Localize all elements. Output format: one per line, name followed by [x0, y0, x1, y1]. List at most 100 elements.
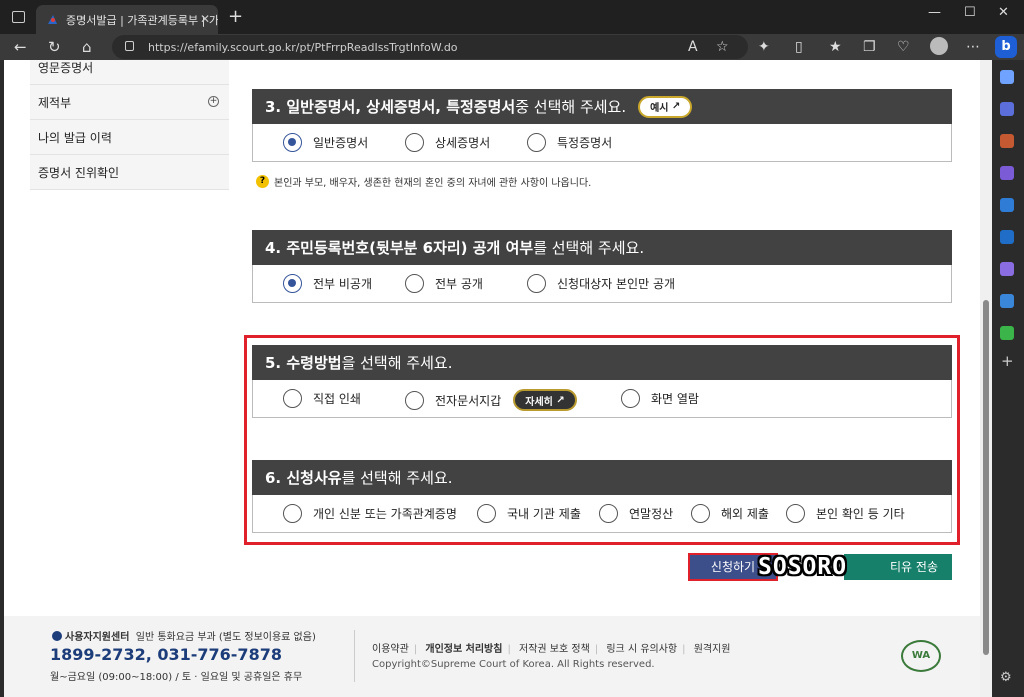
- add-icon[interactable]: +: [1001, 352, 1014, 370]
- radio[interactable]: [477, 504, 496, 523]
- support-hours: 월~금요일 (09:00~18:00) / 토 · 일요일 및 공휴일은 휴무: [50, 672, 303, 683]
- option-screen-view[interactable]: 화면 열람: [621, 389, 699, 408]
- option-label: 전부 공개: [435, 277, 483, 291]
- left-menu-jejeokbu[interactable]: 제적부 +: [30, 85, 229, 120]
- maximize-icon[interactable]: ☐: [964, 5, 976, 20]
- section4-title-bold: 4. 주민등록번호(뒷부분 6자리) 공개 여부: [265, 239, 534, 257]
- radio[interactable]: [527, 274, 546, 293]
- divider: |: [413, 644, 418, 655]
- workspaces-icon[interactable]: [12, 11, 25, 23]
- section6-header: 6. 신청사유 를 선택해 주세요.: [252, 460, 952, 495]
- left-menu-history[interactable]: 나의 발급 이력: [30, 120, 229, 155]
- footer-link-terms[interactable]: 이용약관: [372, 644, 409, 655]
- menu-label: 나의 발급 이력: [38, 130, 112, 145]
- scrollbar[interactable]: [980, 60, 992, 697]
- option-detailed-cert[interactable]: 상세증명서: [405, 133, 490, 152]
- footer-link-privacy[interactable]: 개인정보 처리방침: [425, 644, 502, 655]
- example-button[interactable]: 예시 ↗: [638, 95, 693, 118]
- option-specific-cert[interactable]: 특정증명서: [527, 133, 612, 152]
- close-window-icon[interactable]: ✕: [998, 5, 1009, 20]
- radio[interactable]: [691, 504, 710, 523]
- radio[interactable]: [283, 504, 302, 523]
- option-yearend[interactable]: 연말정산: [599, 504, 673, 523]
- detail-button[interactable]: 자세히 ↗: [513, 389, 577, 411]
- browser-tab[interactable]: 증명서발급 | 가족관계등록부 | 가 ✕: [36, 5, 218, 34]
- radio[interactable]: [527, 133, 546, 152]
- radio[interactable]: [405, 133, 424, 152]
- radio[interactable]: [405, 274, 424, 293]
- option-identity[interactable]: 개인 신분 또는 가족관계증명: [283, 504, 457, 523]
- more-icon[interactable]: ⋯: [966, 39, 980, 55]
- url-bar[interactable]: https://efamily.scourt.go.kr/pt/PtFrrpRe…: [112, 35, 748, 59]
- scrollbar-thumb[interactable]: [983, 300, 989, 655]
- option-e-wallet[interactable]: 전자문서지갑 자세히 ↗: [405, 389, 577, 411]
- outlook-icon[interactable]: [1000, 230, 1014, 244]
- minimize-icon[interactable]: —: [928, 5, 941, 20]
- radio[interactable]: [599, 504, 618, 523]
- footer-link-notice[interactable]: 링크 시 유의사항: [606, 644, 677, 655]
- new-tab-icon[interactable]: +: [228, 6, 243, 27]
- option-label: 신청대상자 본인만 공개: [557, 277, 676, 291]
- search-icon[interactable]: [1000, 70, 1014, 84]
- support-title: 사용자지원센터: [65, 632, 130, 643]
- copilot-app-icon[interactable]: [1000, 198, 1014, 212]
- left-menu-verify[interactable]: 증명서 진위확인: [30, 155, 229, 190]
- footer-link-copyright[interactable]: 저작권 보호 정책: [519, 644, 590, 655]
- footer-link-remote[interactable]: 원격지원: [694, 644, 731, 655]
- home-icon[interactable]: ⌂: [82, 38, 92, 56]
- people-icon[interactable]: [1000, 166, 1014, 180]
- read-aloud-icon[interactable]: A: [688, 39, 698, 55]
- radio[interactable]: [283, 389, 302, 408]
- example-label: 예시: [650, 103, 669, 114]
- section3-title-rest: 중 선택해 주세요.: [515, 98, 627, 116]
- radio[interactable]: [405, 390, 424, 410]
- radio[interactable]: [621, 389, 640, 408]
- tag-icon[interactable]: [1000, 102, 1014, 116]
- option-label: 특정증명서: [557, 136, 613, 150]
- option-all-public[interactable]: 전부 공개: [405, 274, 483, 293]
- radio-selected[interactable]: [283, 133, 302, 152]
- section5-header: 5. 수령방법 을 선택해 주세요.: [252, 345, 952, 380]
- edit-icon[interactable]: [1000, 262, 1014, 276]
- option-other[interactable]: 본인 확인 등 기타: [786, 504, 905, 523]
- settings-gear-icon[interactable]: ⚙: [1000, 670, 1012, 685]
- footer: 사용자지원센터 일반 통화요금 부과 (별도 정보이용료 없음) 1899-27…: [4, 616, 980, 697]
- left-menu-english-cert[interactable]: 영문증명서: [30, 60, 229, 85]
- tab-close-icon[interactable]: ✕: [200, 12, 210, 26]
- refresh-icon[interactable]: ↻: [48, 38, 61, 56]
- option-domestic[interactable]: 국내 기관 제출: [477, 504, 581, 523]
- menu-label: 영문증명서: [38, 60, 94, 75]
- toolbox-icon[interactable]: [1000, 134, 1014, 148]
- edge-sidebar: + ⚙: [992, 60, 1024, 697]
- option-self-only[interactable]: 신청대상자 본인만 공개: [527, 274, 675, 293]
- send-icon[interactable]: [1000, 294, 1014, 308]
- section6-options: 개인 신분 또는 가족관계증명 국내 기관 제출 연말정산 해외 제출 본인 확…: [252, 495, 952, 533]
- radio-selected[interactable]: [283, 274, 302, 293]
- option-general-cert[interactable]: 일반증명서: [283, 133, 368, 152]
- url-text: https://efamily.scourt.go.kr/pt/PtFrrpRe…: [148, 40, 458, 54]
- watermark-text: SOSORO: [758, 554, 848, 580]
- footer-links: 이용약관 | 개인정보 처리방침 | 저작권 보호 정책 | 링크 시 유의사항 | 원…: [372, 640, 736, 655]
- copilot-icon[interactable]: b: [995, 36, 1017, 58]
- option-label: 상세증명서: [435, 136, 491, 150]
- option-overseas[interactable]: 해외 제출: [691, 504, 769, 523]
- split-screen-icon[interactable]: ▯: [795, 39, 803, 55]
- collections-icon[interactable]: ❐: [863, 39, 876, 55]
- favorites-icon[interactable]: ★: [829, 39, 842, 55]
- court-logo-icon: [48, 15, 57, 24]
- expand-plus-icon[interactable]: +: [208, 96, 219, 107]
- option-all-private[interactable]: 전부 비공개: [283, 274, 372, 293]
- radio[interactable]: [786, 504, 805, 523]
- extensions-icon[interactable]: ✦: [758, 39, 770, 55]
- option-direct-print[interactable]: 직접 인쇄: [283, 389, 361, 408]
- profile-avatar[interactable]: [930, 37, 948, 55]
- wa-badge: WA: [901, 640, 941, 672]
- tree-icon[interactable]: [1000, 326, 1014, 340]
- favorite-star-icon[interactable]: ☆: [716, 39, 729, 55]
- back-icon[interactable]: ←: [14, 38, 27, 56]
- heart-icon[interactable]: ♡: [897, 39, 910, 55]
- section5-options: 직접 인쇄 전자문서지갑 자세히 ↗ 화면 열람: [252, 380, 952, 418]
- option-label: 화면 열람: [651, 392, 699, 406]
- lock-icon: [125, 41, 134, 51]
- option-label: 국내 기관 제출: [507, 507, 581, 521]
